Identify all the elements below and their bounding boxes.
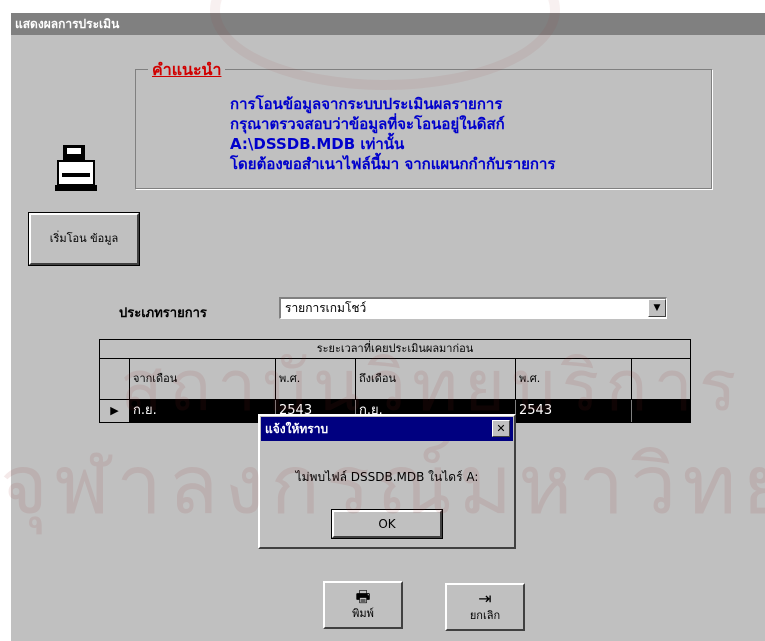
header-selector [100, 359, 130, 399]
dialog-title-text: แจ้งให้ทราบ [265, 422, 329, 436]
dialog-title: แจ้งให้ทราบ ✕ [261, 417, 513, 441]
history-grid: ระยะเวลาที่เคยประเมินผลมาก่อน จากเดือน พ… [99, 339, 691, 423]
from-month-cell[interactable]: ก.ย. [130, 400, 276, 422]
column-header: ถึงเดือน [356, 359, 516, 399]
exit-door-icon: ⇥ [478, 589, 492, 608]
advice-heading: คำแนะนำ [148, 58, 226, 83]
start-transfer-button[interactable]: เริ่มโอน ข้อมูล [28, 212, 140, 266]
ok-button[interactable]: OK [331, 509, 443, 539]
dialog-message: ไม่พบไฟล์ DSSDB.MDB ในไดร์ A: [295, 470, 479, 484]
print-button-label: พิมพ์ [352, 607, 374, 620]
advice-box: คำแนะนำ การโอนข้อมูลจากระบบประเมินผลรายก… [135, 58, 712, 189]
advice-line: กรุณาตรวจสอบว่าข้อมูลที่จะโอนอยู่ในดิสก์ [230, 115, 505, 133]
advice-text: การโอนข้อมูลจากระบบประเมินผลรายการ กรุณา… [230, 94, 555, 174]
print-button[interactable]: 🖶 พิมพ์ [323, 581, 403, 629]
program-type-value: รายการเกมโชว์ [285, 301, 367, 315]
window-title: แสดงผลการประเมิน [11, 13, 765, 35]
program-type-select[interactable]: รายการเกมโชว์ ▼ [279, 297, 667, 319]
column-header: จากเดือน [130, 359, 276, 399]
dropdown-arrow-icon[interactable]: ▼ [648, 299, 666, 317]
advice-line: A:\DSSDB.MDB เท่านั้น [230, 135, 405, 153]
row-pointer-icon[interactable]: ▶ [100, 400, 130, 422]
cancel-button[interactable]: ⇥ ยกเลิก [445, 583, 525, 631]
column-header: พ.ศ. [516, 359, 632, 399]
column-header: พ.ศ. [276, 359, 356, 399]
to-year-cell[interactable]: 2543 [516, 400, 632, 422]
printer-icon [53, 143, 99, 193]
close-icon[interactable]: ✕ [492, 420, 510, 437]
advice-line: การโอนข้อมูลจากระบบประเมินผลรายการ [230, 95, 503, 113]
cancel-button-label: ยกเลิก [469, 609, 501, 622]
message-dialog: แจ้งให้ทราบ ✕ ไม่พบไฟล์ DSSDB.MDB ในไดร์… [258, 414, 516, 549]
program-type-label: ประเภทรายการ [119, 306, 207, 321]
advice-line: โดยต้องขอสำเนาไฟล์นี้มา จากแผนกกำกับรายก… [230, 155, 556, 173]
print-icon: 🖶 [355, 587, 371, 606]
grid-header-row: จากเดือน พ.ศ. ถึงเดือน พ.ศ. [100, 359, 690, 400]
grid-caption: ระยะเวลาที่เคยประเมินผลมาก่อน [100, 340, 690, 359]
